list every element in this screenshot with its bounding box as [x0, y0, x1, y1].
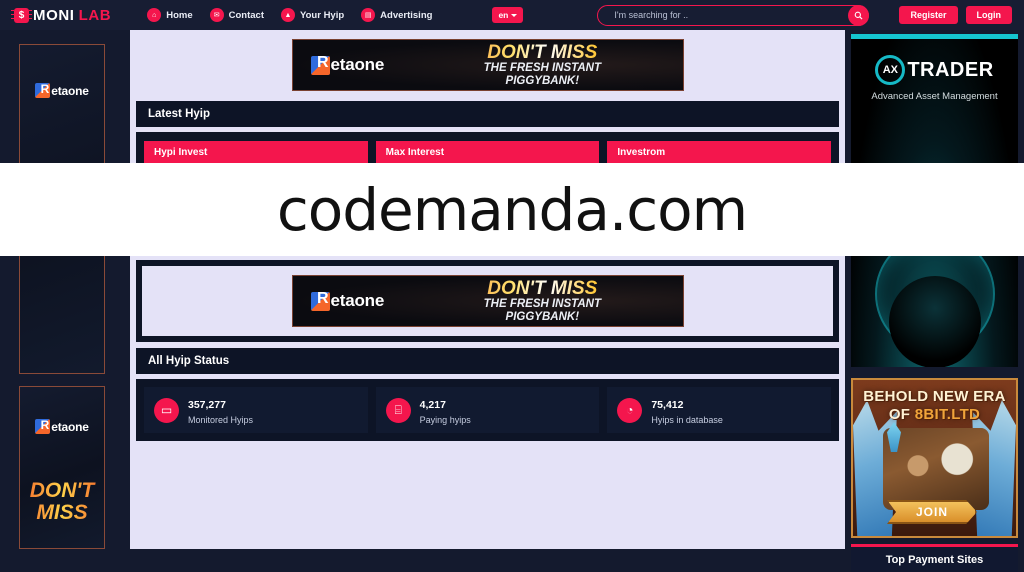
page-body: etaone DON'T etaone DON'T MISS etaone DO…	[0, 30, 1024, 572]
mid-banner-subline-1: THE FRESH INSTANT	[483, 297, 601, 310]
retaone-logo-2: etaone	[20, 418, 104, 434]
stat-value: 357,277	[188, 399, 226, 411]
top-header-bar: $ MONI LAB ⌂ Home ✉ Contact ▲ Your Hyip ▤…	[0, 0, 1024, 30]
axtrader-title: TRADER	[907, 58, 994, 81]
stat-text: 4,217 Paying hyips	[420, 395, 471, 425]
retaone-mark-icon-3	[310, 54, 330, 75]
axtrader-logo-row: AX TRADER	[851, 39, 1018, 85]
ad-megaphone-icon: ▤	[361, 8, 376, 22]
8bit-headline-2-prefix: OF	[888, 406, 915, 423]
watermark-text: codemanda.com	[276, 175, 748, 244]
retaone-mark-icon-2	[35, 418, 51, 434]
language-selector-label: en	[498, 10, 509, 20]
mid-banner-subline-2: PIGGYBANK!	[505, 310, 580, 323]
search-button[interactable]	[848, 4, 870, 26]
stat-text: 75,412 Hyips in database	[651, 395, 723, 425]
search-input[interactable]	[598, 10, 849, 20]
left-ad-column: etaone DON'T etaone DON'T MISS	[0, 30, 130, 549]
stat-value: 4,217	[419, 399, 446, 411]
brand-name-primary: MONI	[33, 6, 75, 24]
mid-banner-panel: etaone DON'T MISS THE FRESH INSTANT PIGG…	[136, 260, 839, 342]
nav-item-contact[interactable]: ✉ Contact	[209, 8, 264, 22]
monitor-icon: ▭	[154, 397, 179, 423]
main-navigation: ⌂ Home ✉ Contact ▲ Your Hyip ▤ Advertisi…	[147, 8, 432, 22]
watermark-overlay: codemanda.com	[0, 163, 1024, 256]
site-logo[interactable]: $ MONI LAB	[11, 6, 112, 24]
retaone-wordmark-4: etaone	[330, 291, 385, 310]
stat-card[interactable]: ▭ 357,277 Monitored Hyips	[144, 387, 368, 433]
pie-chart-icon: ◔	[617, 397, 643, 423]
stat-card[interactable]: ◔ 75,412 Hyips in database	[607, 387, 832, 433]
nav-label-contact: Contact	[228, 9, 264, 21]
stat-text: 357,277 Monitored Hyips	[188, 395, 253, 425]
nav-item-your-hyip[interactable]: ▲ Your Hyip	[281, 8, 344, 22]
ax-logo-text: AX	[882, 64, 898, 76]
contact-icon: ✉	[209, 8, 224, 22]
hyip-card-title: Max Interest	[375, 141, 600, 164]
8bit-headline-1: BEHOLD NEW ERA	[863, 388, 1006, 405]
login-button[interactable]: Login	[965, 6, 1012, 24]
retaone-logo: etaone	[20, 82, 104, 98]
banner-retaone-logo: etaone	[310, 54, 385, 75]
ax-logo-icon: AX	[875, 55, 906, 85]
8bit-ltd-ad[interactable]: BEHOLD NEW ERA OF 8BIT.LTD JOIN	[851, 378, 1018, 538]
mid-banner-copy: DON'T MISS THE FRESH INSTANT PIGGYBANK!	[414, 279, 682, 324]
dwarf-character-icon	[883, 428, 989, 510]
axtrader-orb	[888, 276, 981, 367]
mid-banner-retaone-logo: etaone	[310, 290, 385, 311]
main-content-column: etaone DON'T MISS THE FRESH INSTANT PIGG…	[130, 30, 845, 549]
join-button[interactable]: JOIN	[887, 500, 977, 524]
search-icon	[855, 11, 863, 19]
register-button[interactable]: Register	[899, 6, 958, 24]
stat-value: 75,412	[651, 399, 684, 411]
top-banner-region: etaone DON'T MISS THE FRESH INSTANT PIGG…	[136, 35, 839, 95]
nav-label-home: Home	[166, 9, 193, 21]
nav-item-advertising[interactable]: ▤ Advertising	[361, 8, 432, 22]
home-icon: ⌂	[147, 8, 162, 22]
banner-copy: DON'T MISS THE FRESH INSTANT PIGGYBANK!	[414, 43, 682, 88]
chip-icon: $	[11, 7, 32, 23]
retaone-wordmark-3: etaone	[330, 55, 385, 74]
section-title-latest-hyip: Latest Hyip	[136, 101, 839, 127]
language-selector[interactable]: en	[492, 7, 524, 23]
retaone-top-banner[interactable]: etaone DON'T MISS THE FRESH INSTANT PIGG…	[291, 39, 684, 91]
hyip-card-title: Investrom	[607, 141, 832, 164]
retaone-mid-banner[interactable]: etaone DON'T MISS THE FRESH INSTANT PIGG…	[291, 275, 684, 327]
retaone-mark-icon	[35, 82, 51, 98]
stat-label: Paying hyips	[419, 415, 471, 425]
retaone-wordmark-2: etaone	[51, 419, 89, 434]
banner-subline-1: THE FRESH INSTANT	[483, 61, 601, 74]
brand-name-secondary: LAB	[78, 6, 112, 24]
left-ad-bottom-headline-1: DON'T	[20, 479, 104, 502]
banner-headline: DON'T MISS	[414, 43, 670, 62]
chevron-down-icon	[511, 13, 518, 17]
all-hyip-status-stats: ▭ 357,277 Monitored Hyips ⌸ 4,217 Paying…	[136, 379, 839, 441]
nav-item-home[interactable]: ⌂ Home	[147, 8, 193, 22]
cash-register-icon: ⌸	[385, 397, 411, 423]
left-ad-bottom-headline-2: MISS	[20, 501, 104, 524]
banner-subline-2: PIGGYBANK!	[505, 74, 580, 87]
8bit-brand: 8BIT.LTD	[914, 406, 981, 423]
stat-label: Hyips in database	[651, 415, 723, 425]
mid-banner-headline: DON'T MISS	[414, 279, 670, 298]
briefcase-icon: ▲	[281, 8, 295, 22]
stat-card[interactable]: ⌸ 4,217 Paying hyips	[375, 387, 600, 433]
section-title-all-hyip-status: All Hyip Status	[136, 348, 839, 374]
retaone-mark-icon-4	[310, 290, 330, 311]
hyip-card-title: Hypi Invest	[144, 141, 368, 164]
search-bar	[597, 4, 870, 26]
8bit-headline-2: OF 8BIT.LTD	[853, 406, 1016, 423]
auth-buttons: Register Login	[899, 6, 1012, 24]
mid-banner-region: etaone DON'T MISS THE FRESH INSTANT PIGG…	[142, 266, 833, 336]
axtrader-subtitle: Advanced Asset Management	[871, 91, 998, 102]
nav-label-advertising: Advertising	[380, 9, 433, 21]
left-ad-bottom[interactable]: etaone DON'T MISS	[19, 386, 105, 549]
top-payment-sites-title: Top Payment Sites	[885, 554, 984, 566]
nav-label-your-hyip: Your Hyip	[300, 9, 345, 21]
top-payment-sites-panel: Top Payment Sites	[851, 544, 1018, 572]
retaone-wordmark: etaone	[51, 83, 89, 98]
stat-label: Monitored Hyips	[188, 415, 254, 425]
right-ad-column: AX TRADER Advanced Asset Management BEHO…	[845, 30, 1024, 572]
